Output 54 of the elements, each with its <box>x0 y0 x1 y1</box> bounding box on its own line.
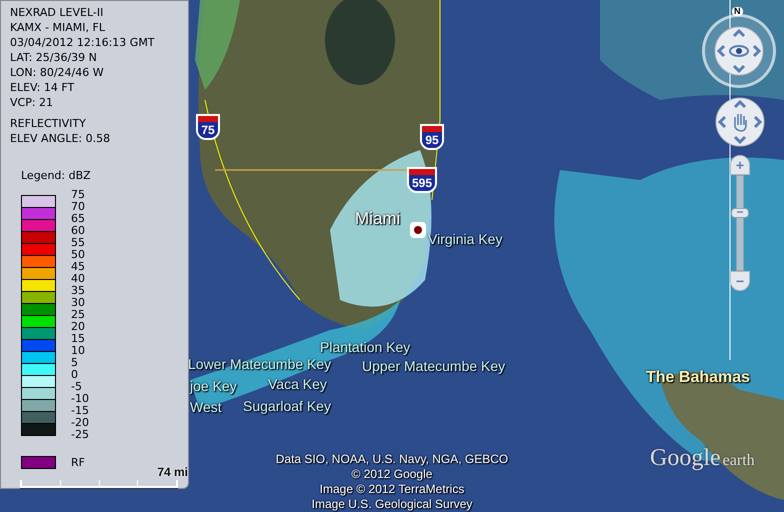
radar-info-text: ELEV: 14 FT <box>10 80 76 95</box>
scale-tick-label: 35 <box>71 285 86 298</box>
scale-tick-label: 0 <box>71 369 79 382</box>
scale-tick-label: 5 <box>71 357 79 370</box>
radar-info-text: NEXRAD LEVEL-II <box>10 5 104 20</box>
north-indicator[interactable]: N <box>732 7 742 16</box>
place-label: Sugarloaf Key <box>243 399 331 413</box>
location-pin-icon <box>410 222 426 238</box>
scale-tick-label: -10 <box>71 393 89 406</box>
place-label: West <box>190 400 222 414</box>
scale-tick-label: 20 <box>71 321 86 334</box>
scale-tick-label: -15 <box>71 405 89 418</box>
product-logo: Googleearth <box>650 446 755 470</box>
scale-tick-label: 75 <box>71 189 86 202</box>
scale-tick-label: 15 <box>71 333 86 346</box>
legend-title: Legend: dBZ <box>21 168 92 184</box>
zoom-in-button[interactable]: + <box>730 155 750 175</box>
scale-label: 74 mi <box>157 466 188 478</box>
radar-info-text: LON: 80/24/46 W <box>10 65 105 80</box>
scale-tick-label: 30 <box>71 297 86 310</box>
place-label: Vaca Key <box>268 377 327 391</box>
zoom-out-button[interactable]: − <box>730 271 750 291</box>
scale-tick-label: -5 <box>71 381 83 394</box>
radar-info-text: LAT: 25/36/39 N <box>10 50 98 65</box>
scale-tick-label: 55 <box>71 237 86 250</box>
scale-tick-label: 70 <box>71 201 86 214</box>
highway-shield: 95 <box>420 124 444 150</box>
scale-tick-label: 45 <box>71 261 86 274</box>
look-joystick-icon <box>714 26 764 76</box>
attribution-text: © 2012 Google <box>352 467 432 482</box>
scale-tick-label: 60 <box>71 225 86 238</box>
rf-label: RF <box>71 455 85 470</box>
highway-shield: 595 <box>407 167 437 193</box>
attribution-text: Image © 2012 TerraMetrics <box>320 482 464 497</box>
scale-tick-label: -25 <box>71 429 89 442</box>
place-label: Miami <box>355 210 400 227</box>
scale-tick-label: 10 <box>71 345 86 358</box>
place-label: Upper Matecumbe Key <box>362 359 506 373</box>
attribution-text: Data SIO, NOAA, U.S. Navy, NGA, GEBCO <box>276 452 508 467</box>
radar-info-text: VCP: 21 <box>10 95 54 110</box>
zoom-slider-track[interactable]: − <box>730 175 750 271</box>
scale-tick-label: -20 <box>71 417 89 430</box>
attribution-text: Image U.S. Geological Survey <box>312 497 472 512</box>
scale-tick-label: 50 <box>71 249 86 262</box>
scale-tick-label: 65 <box>71 213 86 226</box>
place-label: Lower Matecumbe Key <box>188 357 332 371</box>
pan-control-icon[interactable] <box>715 97 765 147</box>
radar-info-text: 03/04/2012 12:16:13 GMT <box>10 35 156 50</box>
radar-info-text: KAMX - MIAMI, FL <box>10 20 106 35</box>
scale-tick-label: 40 <box>71 273 86 286</box>
scale-tick-label: 25 <box>71 309 86 322</box>
highway-shield: 75 <box>196 114 220 140</box>
product-info-text: ELEV ANGLE: 0.58 <box>10 131 112 146</box>
product-info-text: REFLECTIVITY <box>10 116 87 132</box>
